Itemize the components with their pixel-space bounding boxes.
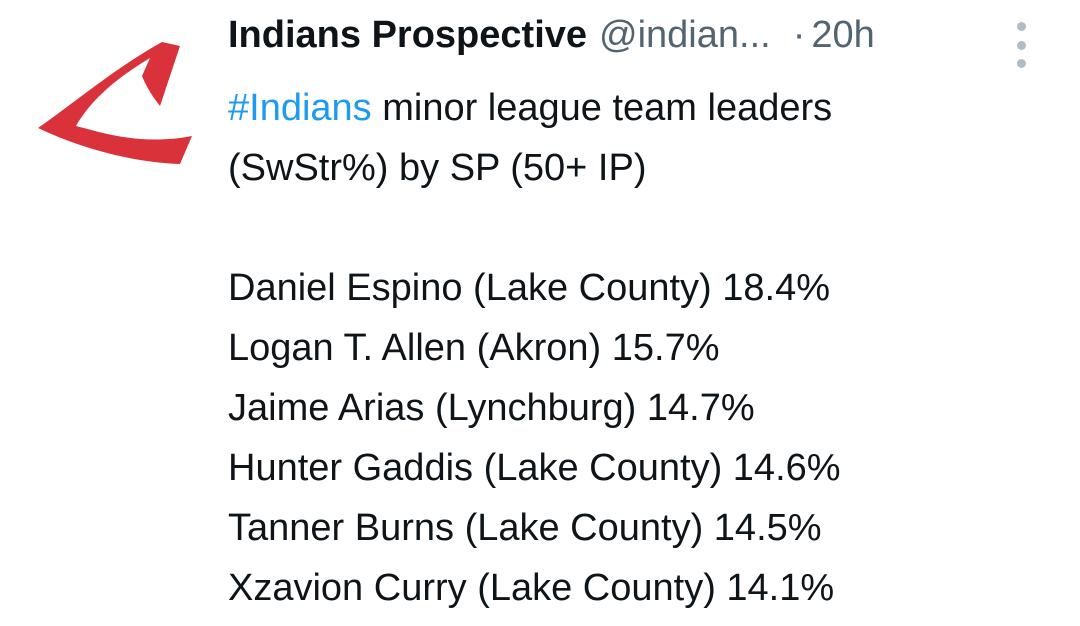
handle[interactable]: @indian... (599, 14, 771, 57)
more-options-button[interactable] (1008, 22, 1034, 68)
display-name[interactable]: Indians Prospective (228, 14, 587, 57)
leader-item: Tanner Burns (Lake County) 14.5% (228, 507, 822, 549)
line-1-text: minor league team leaders (371, 87, 833, 129)
avatar[interactable] (30, 36, 200, 176)
tweet-line-1: #Indians minor league team leaders (228, 78, 1028, 138)
leader-item: Xzavion Curry (Lake County) 14.1% (228, 567, 835, 609)
leader-item: Jaime Arias (Lynchburg) 14.7% (228, 387, 755, 429)
tweet-content: Indians Prospective @indian... · 20h #In… (228, 14, 1028, 618)
timestamp[interactable]: 20h (811, 14, 874, 57)
red-c-logo-icon (38, 42, 192, 164)
hashtag-link[interactable]: #Indians (228, 87, 372, 129)
more-vertical-icon (1016, 22, 1026, 31)
separator-dot: · (792, 14, 806, 56)
tweet[interactable]: Indians Prospective @indian... · 20h #In… (0, 0, 1080, 626)
tweet-line-2: (SwStr%) by SP (50+ IP) (228, 147, 647, 189)
tweet-text: #Indians minor league team leaders (SwSt… (228, 78, 1028, 618)
leader-item: Hunter Gaddis (Lake County) 14.6% (228, 447, 841, 489)
more-vertical-icon-dot (1016, 59, 1026, 68)
leader-item: Daniel Espino (Lake County) 18.4% (228, 267, 831, 309)
more-vertical-icon-dot (1016, 40, 1026, 50)
tweet-header: Indians Prospective @indian... · 20h (228, 14, 1028, 78)
leader-item: Logan T. Allen (Akron) 15.7% (228, 327, 720, 369)
